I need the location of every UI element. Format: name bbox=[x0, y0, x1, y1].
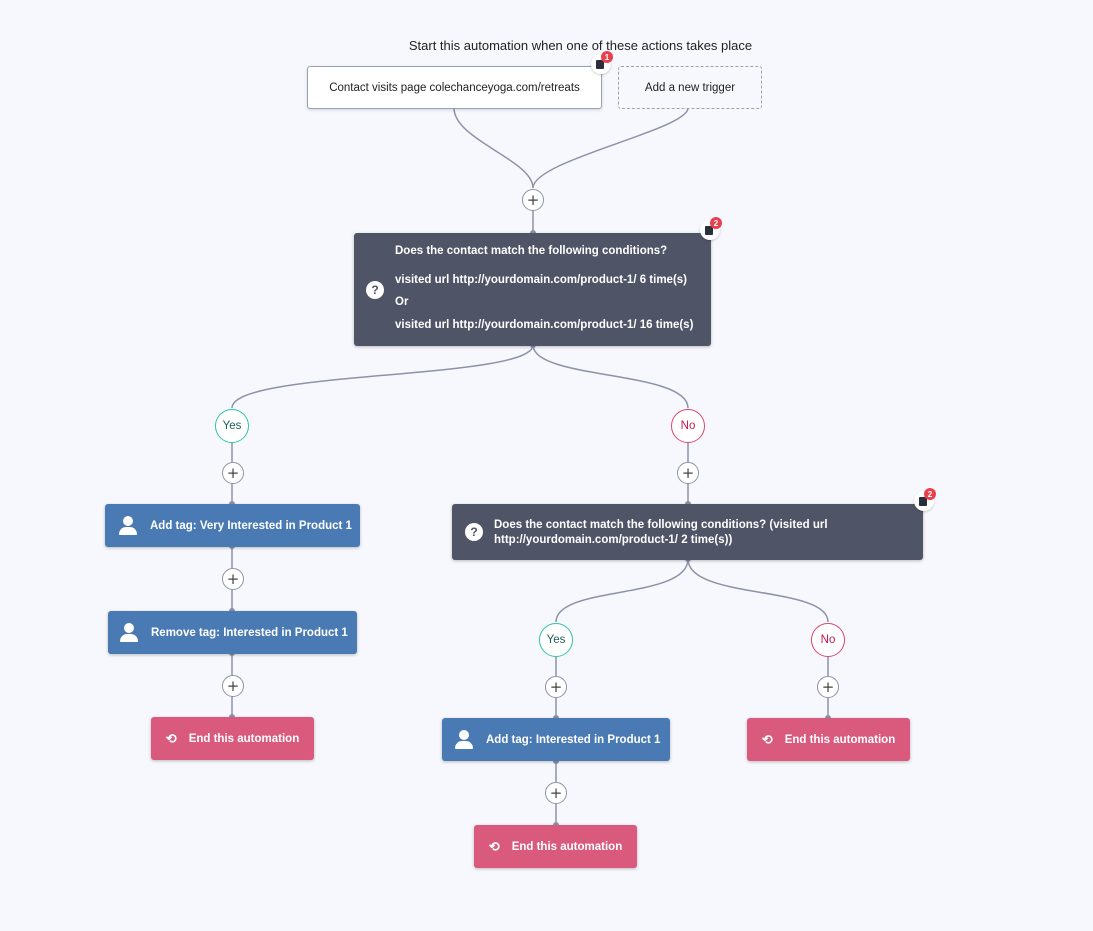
add-trigger-label: Add a new trigger bbox=[644, 81, 736, 94]
condition-operator: Or bbox=[395, 296, 409, 308]
trigger-contact-visits-page[interactable]: Contact visits page colechanceyoga.com/r… bbox=[307, 66, 602, 109]
action-add-tag-interested[interactable]: Add tag: Interested in Product 1 bbox=[442, 718, 670, 761]
action-add-tag-very-interested[interactable]: Add tag: Very Interested in Product 1 bbox=[105, 504, 360, 547]
add-step-button[interactable]: + bbox=[545, 782, 567, 804]
branch-yes[interactable]: Yes bbox=[539, 623, 573, 657]
end-label: End this automation bbox=[188, 732, 300, 745]
add-step-button[interactable]: + bbox=[522, 189, 544, 211]
question-icon: ? bbox=[366, 281, 384, 299]
branch-yes[interactable]: Yes bbox=[215, 409, 249, 443]
trigger-label: Contact visits page colechanceyoga.com/r… bbox=[329, 81, 580, 94]
badge-count: 2 bbox=[710, 217, 722, 229]
end-automation-node[interactable]: ⟲ End this automation bbox=[747, 718, 910, 761]
condition-line: visited url http://yourdomain.com/produc… bbox=[395, 319, 694, 331]
condition-text: Does the contact match the following con… bbox=[494, 519, 828, 546]
connector-cond1-no bbox=[532, 344, 689, 409]
action-label: Add tag: Interested in Product 1 bbox=[486, 733, 661, 746]
note-badge[interactable]: 1 bbox=[591, 51, 613, 74]
end-automation-node[interactable]: ⟲ End this automation bbox=[151, 717, 314, 760]
refresh-icon: ⟲ bbox=[761, 731, 773, 747]
note-badge[interactable]: 2 bbox=[914, 488, 936, 511]
add-step-button[interactable]: + bbox=[222, 568, 244, 590]
branch-no[interactable]: No bbox=[671, 409, 705, 443]
connector-cond2-no bbox=[687, 558, 829, 623]
user-icon bbox=[118, 515, 138, 536]
action-remove-tag-interested[interactable]: Remove tag: Interested in Product 1 bbox=[108, 611, 357, 654]
connector-trigger1 bbox=[453, 107, 534, 189]
badge-count: 2 bbox=[924, 488, 936, 500]
note-badge[interactable]: 2 bbox=[700, 217, 722, 240]
badge-count: 1 bbox=[601, 51, 613, 63]
action-label: Add tag: Very Interested in Product 1 bbox=[150, 519, 352, 532]
branch-no[interactable]: No bbox=[811, 623, 845, 657]
automation-start-title: Start this automation when one of these … bbox=[408, 38, 753, 53]
user-icon bbox=[454, 729, 474, 750]
add-new-trigger-button[interactable]: Add a new trigger bbox=[618, 66, 762, 109]
condition-title: Does the contact match the following con… bbox=[395, 245, 668, 257]
condition-node-2[interactable]: ? Does the contact match the following c… bbox=[452, 504, 923, 560]
end-label: End this automation bbox=[511, 840, 623, 853]
add-step-button[interactable]: + bbox=[677, 462, 699, 484]
add-step-button[interactable]: + bbox=[817, 676, 839, 698]
end-label: End this automation bbox=[784, 733, 896, 746]
condition-line: visited url http://yourdomain.com/produc… bbox=[395, 274, 687, 286]
connector-trigger2 bbox=[532, 107, 689, 189]
connector-cond2-yes bbox=[555, 558, 689, 623]
connector-cond1-yes bbox=[231, 344, 534, 409]
add-step-button[interactable]: + bbox=[222, 675, 244, 697]
action-label: Remove tag: Interested in Product 1 bbox=[151, 626, 348, 639]
end-automation-node[interactable]: ⟲ End this automation bbox=[474, 825, 637, 868]
refresh-icon: ⟲ bbox=[165, 730, 177, 746]
question-icon: ? bbox=[465, 523, 483, 541]
condition-node-1[interactable]: ? Does the contact match the following c… bbox=[354, 233, 711, 346]
refresh-icon: ⟲ bbox=[488, 838, 500, 854]
user-icon bbox=[119, 622, 139, 643]
add-step-button[interactable]: + bbox=[545, 676, 567, 698]
add-step-button[interactable]: + bbox=[222, 462, 244, 484]
